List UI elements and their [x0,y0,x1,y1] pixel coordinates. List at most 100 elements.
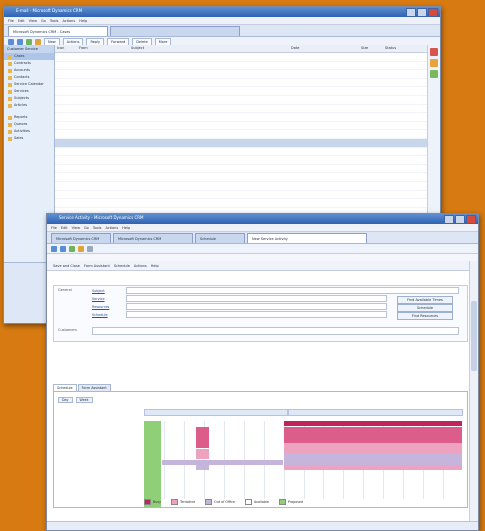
column-date[interactable]: Date [291,45,361,52]
calendar-icon[interactable] [430,59,438,67]
schedule-block[interactable] [283,454,462,465]
save-close-button[interactable]: Save and Close [53,264,80,268]
minimize-icon[interactable] [444,215,454,224]
schedule-block[interactable] [283,421,462,426]
menu-view[interactable]: View [72,226,80,230]
schedule-block[interactable] [195,426,209,448]
column-size[interactable]: Size [361,45,385,52]
nav-item-service-calendar[interactable]: Service Calendar [4,81,54,88]
schedule-block[interactable] [161,459,283,465]
table-row[interactable] [55,199,428,208]
subject-label[interactable]: Subject [92,289,126,293]
table-row[interactable] [55,165,428,174]
email-window-titlebar[interactable]: E-mail - Microsoft Dynamics CRM [4,7,440,17]
minimize-icon[interactable] [406,8,416,17]
tab-crm-cases[interactable]: Microsoft Dynamics CRM - Cases [8,26,108,36]
table-row[interactable] [55,122,428,131]
table-row[interactable] [55,96,428,105]
schedule-button[interactable]: Schedule [114,264,130,268]
schedule-block[interactable] [283,443,462,454]
tab-form-assistant[interactable]: Form Assistant [77,384,111,391]
forward-icon[interactable] [17,38,23,45]
actions-button[interactable]: Actions [134,264,147,268]
refresh-icon[interactable] [69,245,75,252]
column-icon[interactable]: Icon [55,45,79,52]
resources-field[interactable] [126,303,387,310]
schedule-field[interactable] [126,311,387,318]
table-row[interactable] [55,173,428,182]
nav-item-services[interactable]: Services [4,88,54,95]
schedule-block[interactable] [283,426,462,443]
menu-tools[interactable]: Tools [50,19,59,23]
menu-edit[interactable]: Edit [61,226,68,230]
tab-new-service-activity[interactable]: New Service Activity [247,233,367,243]
find-available-times-button[interactable]: Find Available Times [397,296,453,304]
print-icon[interactable] [87,245,93,252]
table-row[interactable] [55,53,428,62]
column-from[interactable]: From [79,45,131,52]
table-row[interactable] [55,105,428,114]
menu-file[interactable]: File [51,226,57,230]
service-window-titlebar[interactable]: Service Activity - Microsoft Dynamics CR… [47,214,478,224]
menu-go[interactable]: Go [41,19,46,23]
close-icon[interactable] [428,8,438,17]
schedule-block[interactable] [283,465,462,470]
table-row[interactable] [55,138,428,148]
resources-label[interactable]: Resources [92,305,126,309]
table-row[interactable] [55,87,428,96]
tab-crm-1[interactable]: Microsoft Dynamics CRM [51,233,111,243]
table-row[interactable] [55,191,428,200]
nav-item-activities[interactable]: Activities [4,128,54,135]
service-field[interactable] [126,295,387,302]
menu-file[interactable]: File [8,19,14,23]
tab-schedule[interactable]: Schedule [195,233,245,243]
flag-icon[interactable] [430,48,438,56]
menu-actions[interactable]: Actions [105,226,118,230]
table-row[interactable] [55,79,428,88]
back-icon[interactable] [8,38,14,45]
nav-item-accounts[interactable]: Accounts [4,67,54,74]
nav-item-articles[interactable]: Articles [4,102,54,109]
scroll-thumb[interactable] [471,301,477,371]
schedule-block[interactable] [144,421,161,507]
schedule-label[interactable]: Schedule [92,313,126,317]
week-view-button[interactable]: Week [75,396,93,403]
find-resources-button[interactable]: Find Resources [397,312,453,320]
form-assistant-button[interactable]: Form Assistant [84,264,110,268]
day-view-button[interactable]: Day [58,396,73,403]
maximize-icon[interactable] [417,8,427,17]
nav-item-queues[interactable]: Queues [4,121,54,128]
table-row[interactable] [55,130,428,139]
menu-help[interactable]: Help [122,226,130,230]
table-row[interactable] [55,182,428,191]
schedule-cells[interactable] [144,421,463,507]
table-row[interactable] [55,70,428,79]
table-row[interactable] [55,113,428,122]
tab-secondary[interactable] [110,26,240,36]
refresh-icon[interactable] [26,38,32,45]
vertical-scrollbar[interactable] [469,261,478,530]
schedule-form-button[interactable]: Schedule [397,304,453,312]
menu-edit[interactable]: Edit [18,19,25,23]
menu-go[interactable]: Go [84,226,89,230]
forward-icon[interactable] [60,245,66,252]
tab-schedule-inner[interactable]: Schedule [53,384,77,391]
column-status[interactable]: Status [385,45,428,52]
nav-item-reports[interactable]: Reports [4,114,54,121]
nav-item-cases[interactable]: Cases [4,53,54,60]
nav-item-contacts[interactable]: Contacts [4,74,54,81]
tab-crm-2[interactable]: Microsoft Dynamics CRM [113,233,193,243]
nav-item-sales[interactable]: Sales [4,135,54,142]
column-subject[interactable]: Subject [131,45,291,52]
menu-tools[interactable]: Tools [93,226,102,230]
home-icon[interactable] [78,245,84,252]
service-label[interactable]: Service [92,297,126,301]
table-row[interactable] [55,156,428,165]
task-icon[interactable] [430,70,438,78]
help-button[interactable]: Help [151,264,159,268]
nav-item-subjects[interactable]: Subjects [4,95,54,102]
close-icon[interactable] [466,215,476,224]
menu-help[interactable]: Help [79,19,87,23]
home-icon[interactable] [35,38,41,45]
subject-field[interactable] [126,287,459,294]
